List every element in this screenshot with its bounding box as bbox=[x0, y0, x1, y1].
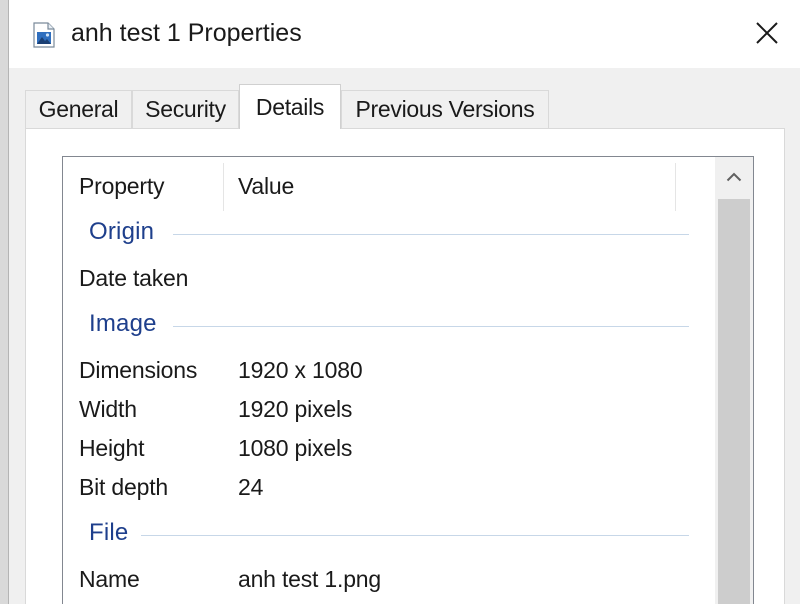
property-value: 24 bbox=[238, 474, 264, 500]
scrollbar-thumb[interactable] bbox=[718, 199, 750, 604]
property-name: Date taken bbox=[79, 265, 189, 291]
property-value: 1920 pixels bbox=[238, 396, 353, 422]
property-name: Height bbox=[79, 435, 145, 461]
group-label: Origin bbox=[89, 218, 165, 246]
chevron-up-icon bbox=[726, 172, 742, 182]
image-file-icon bbox=[33, 22, 55, 48]
screen: anh test 1 Properties General Security D… bbox=[0, 0, 800, 604]
desktop-background bbox=[0, 0, 8, 604]
table-row[interactable]: Bit depth 24 bbox=[63, 470, 715, 502]
table-row[interactable]: Width 1920 pixels bbox=[63, 392, 715, 424]
property-value: 1920 x 1080 bbox=[238, 357, 363, 383]
group-divider-line bbox=[141, 535, 689, 536]
property-name: Name bbox=[79, 566, 140, 592]
list-header: Property Value bbox=[63, 157, 715, 213]
tab-previous-versions[interactable]: Previous Versions bbox=[341, 90, 549, 128]
group-header-file[interactable]: File bbox=[89, 519, 689, 551]
property-name: Width bbox=[79, 396, 137, 422]
tab-security[interactable]: Security bbox=[132, 90, 239, 128]
group-divider-line bbox=[173, 326, 689, 327]
details-tab-panel: Property Value Origin Date taken Image D… bbox=[25, 128, 785, 604]
column-divider[interactable] bbox=[675, 163, 676, 211]
table-row[interactable]: Date taken bbox=[63, 261, 715, 293]
tab-label: Details bbox=[255, 93, 325, 120]
tab-details[interactable]: Details bbox=[239, 84, 341, 129]
group-label: File bbox=[89, 519, 139, 547]
group-divider-line bbox=[173, 234, 689, 235]
property-name: Dimensions bbox=[79, 357, 198, 383]
column-header-property[interactable]: Property bbox=[79, 173, 165, 200]
scroll-up-button[interactable] bbox=[715, 157, 753, 197]
tab-label: Previous Versions bbox=[355, 96, 535, 122]
close-button[interactable] bbox=[748, 15, 786, 51]
group-header-origin[interactable]: Origin bbox=[89, 218, 689, 250]
title-bar[interactable]: anh test 1 Properties bbox=[9, 0, 800, 68]
group-label: Image bbox=[89, 310, 167, 338]
table-row[interactable]: Height 1080 pixels bbox=[63, 431, 715, 463]
column-header-value[interactable]: Value bbox=[238, 173, 294, 200]
close-icon bbox=[756, 22, 778, 44]
property-value: 1080 pixels bbox=[238, 435, 353, 461]
tab-general[interactable]: General bbox=[25, 90, 132, 128]
details-list[interactable]: Property Value Origin Date taken Image D… bbox=[62, 156, 754, 604]
tab-label: General bbox=[38, 96, 119, 122]
property-value: anh test 1.png bbox=[238, 566, 381, 592]
tab-label: Security bbox=[145, 96, 226, 122]
table-row[interactable]: Name anh test 1.png bbox=[63, 562, 715, 594]
property-name: Bit depth bbox=[79, 474, 168, 500]
window-title: anh test 1 Properties bbox=[71, 19, 302, 47]
vertical-scrollbar[interactable] bbox=[715, 157, 753, 604]
properties-dialog: anh test 1 Properties General Security D… bbox=[8, 0, 800, 604]
group-header-image[interactable]: Image bbox=[89, 310, 689, 342]
table-row[interactable]: Dimensions 1920 x 1080 bbox=[63, 353, 715, 385]
column-divider[interactable] bbox=[223, 163, 224, 211]
